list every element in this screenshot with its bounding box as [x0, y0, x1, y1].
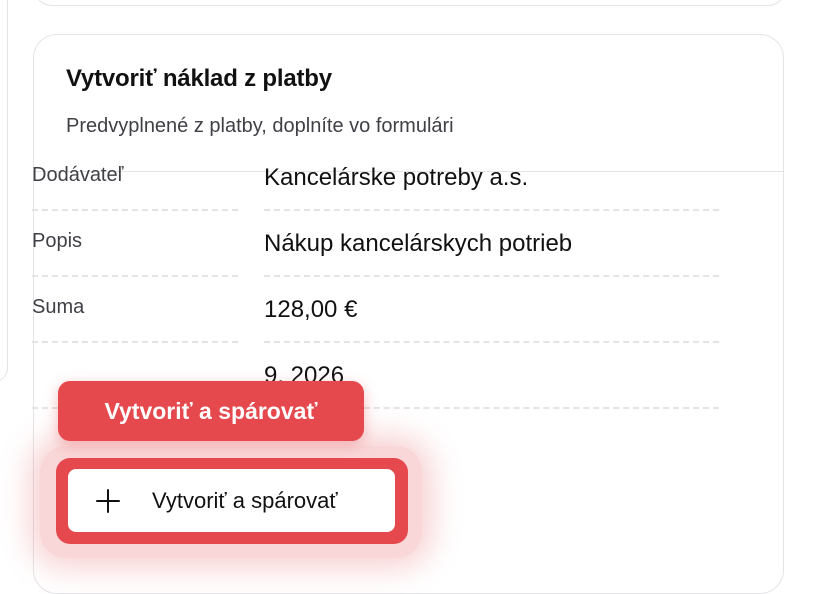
card-header: Vytvoriť náklad z platby Predvyplnené z … [34, 35, 783, 172]
detail-value: Kancelárske potreby a.s. [264, 164, 529, 191]
card-title: Vytvoriť náklad z platby [66, 65, 332, 92]
divider [32, 209, 238, 211]
divider [32, 275, 238, 277]
previous-card [34, 0, 786, 6]
divider [264, 275, 719, 277]
detail-value: Nákup kancelárskych potrieb [264, 230, 573, 257]
plus-icon [94, 487, 122, 515]
detail-label: Suma [32, 296, 85, 318]
detail-row-amount: Suma 128,00 € [32, 288, 719, 354]
detail-label: Popis [32, 230, 83, 252]
divider [264, 341, 719, 343]
detail-row-supplier: Dodávateľ Kancelárske potreby a.s. [32, 156, 719, 222]
detail-label: Dodávateľ [32, 164, 124, 186]
create-and-match-button[interactable]: Vytvoriť a spárovať [68, 469, 395, 532]
divider [264, 209, 719, 211]
detail-value: 128,00 € [264, 296, 358, 323]
tooltip: Vytvoriť a spárovať [58, 381, 364, 441]
divider [32, 341, 238, 343]
tooltip-text: Vytvoriť a spárovať [104, 397, 318, 424]
card-subtitle: Predvyplnené z platby, doplníte vo formu… [66, 115, 454, 137]
detail-row-description: Popis Nákup kancelárskych potrieb [32, 222, 719, 288]
button-label: Vytvoriť a spárovať [152, 487, 338, 513]
side-panel [0, 0, 8, 382]
